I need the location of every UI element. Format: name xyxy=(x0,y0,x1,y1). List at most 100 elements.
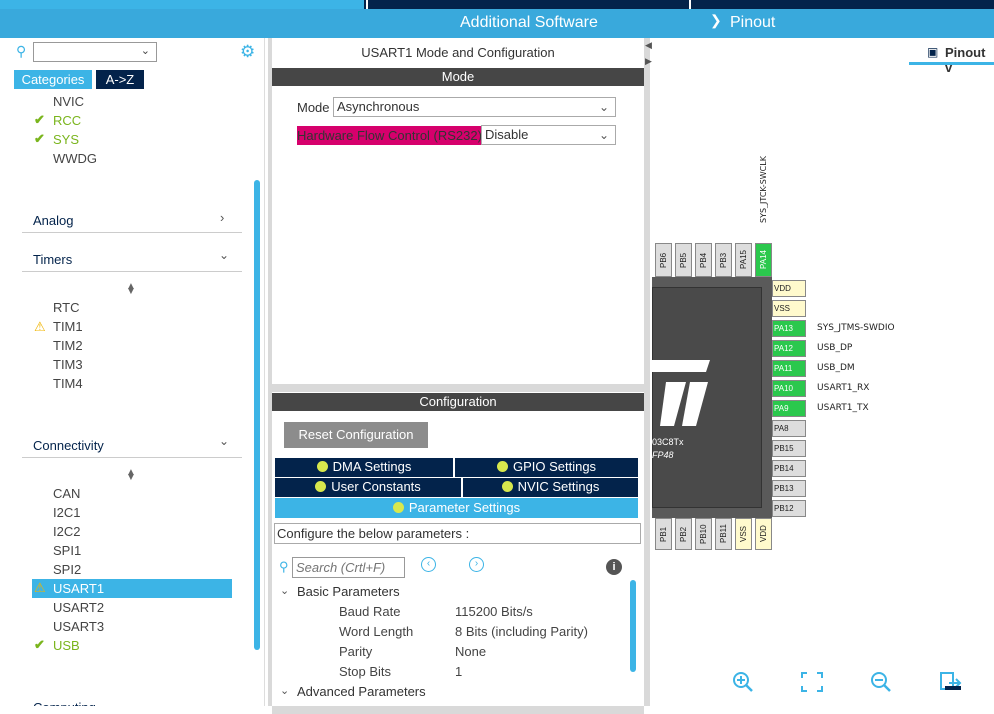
param-scrollbar[interactable] xyxy=(630,580,636,672)
pin-vdd[interactable]: VDD xyxy=(772,280,806,297)
chevron-down-icon: ❯ xyxy=(710,12,722,28)
bottom-bar xyxy=(272,706,644,714)
tree-item-rcc[interactable]: RCC xyxy=(53,113,81,128)
pin-pa8[interactable]: PA8 xyxy=(772,420,806,437)
hfc-select[interactable]: Disable ⌄ xyxy=(481,125,616,145)
pin-pb12[interactable]: PB12 xyxy=(772,500,806,517)
section-connectivity[interactable]: Connectivity xyxy=(33,438,104,453)
tree-item-rtc[interactable]: RTC xyxy=(53,300,79,315)
parameter-search-input[interactable] xyxy=(292,557,405,578)
tree-item-nvic[interactable]: NVIC xyxy=(53,94,84,109)
param-value-baud-rate[interactable]: 115200 Bits/s xyxy=(455,604,533,619)
tree-item-sys[interactable]: SYS xyxy=(53,132,79,147)
collapse-left-icon[interactable]: ◀ xyxy=(645,40,652,51)
top-tab-active-strip[interactable] xyxy=(0,0,364,9)
pin-pb14[interactable]: PB14 xyxy=(772,460,806,477)
tab-label: User Constants xyxy=(331,479,421,494)
tree-item-usb[interactable]: USB xyxy=(53,638,80,653)
reset-configuration-button[interactable]: Reset Configuration xyxy=(284,422,428,448)
pin-pb13[interactable]: PB13 xyxy=(772,480,806,497)
next-icon[interactable]: › xyxy=(469,557,484,572)
pin-pb15[interactable]: PB15 xyxy=(772,440,806,457)
sort-icon[interactable]: ▲ ▼ xyxy=(126,467,136,489)
tab-a-z[interactable]: A->Z xyxy=(96,70,144,89)
pin-pa11[interactable]: PA11 xyxy=(772,360,806,377)
advanced-parameters-group[interactable]: Advanced Parameters xyxy=(297,684,426,699)
tab-categories[interactable]: Categories xyxy=(14,70,92,89)
info-icon[interactable]: i xyxy=(606,559,622,575)
sort-icon[interactable]: ▲ ▼ xyxy=(126,281,136,303)
tree-item-i2c1[interactable]: I2C1 xyxy=(53,505,80,520)
collapse-right-icon[interactable]: ▶ xyxy=(645,56,652,67)
pin-pa10[interactable]: PA10 xyxy=(772,380,806,397)
additional-software-tab[interactable]: Additional Software xyxy=(460,14,598,32)
export-image-icon[interactable] xyxy=(940,670,962,692)
splitter[interactable] xyxy=(268,38,272,706)
pinout-menu[interactable]: Pinout xyxy=(730,14,775,32)
param-value-word-length[interactable]: 8 Bits (including Parity) xyxy=(455,624,588,639)
chip-icon: ▣ xyxy=(927,45,939,59)
chevron-down-icon[interactable]: ⌄ xyxy=(280,684,289,697)
tree-item-usart3[interactable]: USART3 xyxy=(53,619,104,634)
pin-vdd-bottom[interactable]: VDD xyxy=(755,518,772,550)
zoom-out-icon[interactable] xyxy=(870,671,892,693)
fit-screen-icon[interactable] xyxy=(801,672,823,692)
param-value-parity[interactable]: None xyxy=(455,644,486,659)
pin-pb2[interactable]: PB2 xyxy=(675,518,692,550)
zoom-in-icon[interactable] xyxy=(732,671,754,693)
tree-item-i2c2[interactable]: I2C2 xyxy=(53,524,80,539)
section-analog[interactable]: Analog xyxy=(33,213,73,228)
section-timers[interactable]: Timers xyxy=(33,252,72,267)
pin-pb3[interactable]: PB3 xyxy=(715,243,732,277)
chevron-down-icon[interactable]: ⌄ xyxy=(280,584,289,597)
tab-gpio-settings[interactable]: GPIO Settings xyxy=(455,458,638,477)
hfc-value: Disable xyxy=(485,127,529,142)
mode-value: Asynchronous xyxy=(337,99,420,114)
mode-select[interactable]: Asynchronous ⌄ xyxy=(333,97,616,117)
tree-item-tim1[interactable]: TIM1 xyxy=(53,319,83,334)
pin-pb11[interactable]: PB11 xyxy=(715,518,732,550)
splitter[interactable] xyxy=(644,38,650,706)
previous-icon[interactable]: ‹ xyxy=(421,557,436,572)
tab-label: Parameter Settings xyxy=(408,500,521,515)
pin-pb6[interactable]: PB6 xyxy=(655,243,672,277)
tree-item-spi1[interactable]: SPI1 xyxy=(53,543,81,558)
divider xyxy=(22,232,242,233)
category-search-input[interactable]: ⌄ xyxy=(33,42,157,62)
ok-icon xyxy=(501,481,513,492)
pin-pa14[interactable]: PA14 xyxy=(755,243,772,277)
panel-splitter[interactable] xyxy=(272,384,644,392)
tab-parameter-settings[interactable]: Parameter Settings xyxy=(275,498,638,518)
ok-icon xyxy=(315,481,327,492)
tree-item-spi2[interactable]: SPI2 xyxy=(53,562,81,577)
tree-item-can[interactable]: CAN xyxy=(53,486,80,501)
pinout-view-tab[interactable]: Pinout v xyxy=(945,45,994,75)
pin-pb4[interactable]: PB4 xyxy=(695,243,712,277)
pin-label-pa12: USB_DP xyxy=(817,343,853,353)
tree-item-tim2[interactable]: TIM2 xyxy=(53,338,83,353)
tab-user-constants[interactable]: User Constants xyxy=(275,478,461,497)
tab-dma-settings[interactable]: DMA Settings xyxy=(275,458,453,477)
pin-pa15[interactable]: PA15 xyxy=(735,243,752,277)
pin-pa13[interactable]: PA13 xyxy=(772,320,806,337)
pin-pb5[interactable]: PB5 xyxy=(675,243,692,277)
tab-nvic-settings[interactable]: NVIC Settings xyxy=(463,478,638,497)
tree-item-usart2[interactable]: USART2 xyxy=(53,600,104,615)
basic-parameters-group[interactable]: Basic Parameters xyxy=(297,584,400,599)
pin-pa9[interactable]: PA9 xyxy=(772,400,806,417)
param-value-stop-bits[interactable]: 1 xyxy=(455,664,462,679)
pin-vss-bottom[interactable]: VSS xyxy=(735,518,752,550)
tab-label: GPIO Settings xyxy=(512,459,597,474)
tree-item-usart1[interactable]: USART1 xyxy=(53,581,104,596)
pin-vss[interactable]: VSS xyxy=(772,300,806,317)
tree-item-tim4[interactable]: TIM4 xyxy=(53,376,83,391)
divider xyxy=(22,271,242,272)
pin-pb10[interactable]: PB10 xyxy=(695,518,712,550)
tree-item-tim3[interactable]: TIM3 xyxy=(53,357,83,372)
pin-pa12[interactable]: PA12 xyxy=(772,340,806,357)
left-scrollbar[interactable] xyxy=(254,180,260,650)
pin-pb1[interactable]: PB1 xyxy=(655,518,672,550)
gear-icon[interactable]: ⚙ xyxy=(240,42,255,62)
tree-item-wwdg[interactable]: WWDG xyxy=(53,151,97,166)
tab-label: DMA Settings xyxy=(332,459,412,474)
